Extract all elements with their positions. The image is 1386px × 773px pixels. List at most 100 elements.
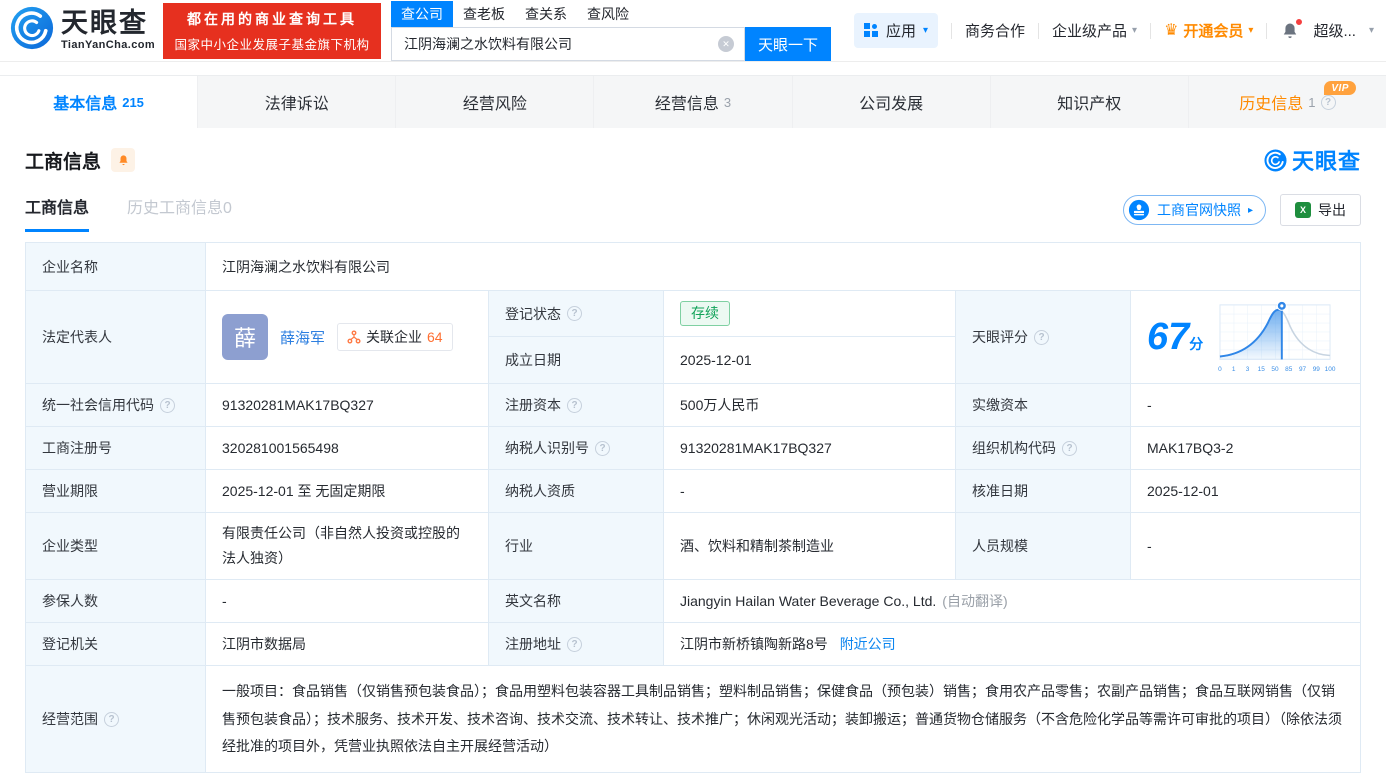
question-icon[interactable]: ? [567,398,582,413]
question-icon[interactable]: ? [595,441,610,456]
search-button[interactable]: 天眼一下 [745,27,831,61]
legal-rep-name-link[interactable]: 薛海军 [280,327,325,348]
tab-operation-info[interactable]: 经营信息 3 [593,76,791,128]
question-icon[interactable]: ? [160,398,175,413]
brand-domain: TianYanCha.com [61,40,155,51]
score-label: 天眼评分 ? [956,291,1131,384]
svg-text:50: 50 [1272,366,1280,373]
score-unit: 分 [1189,336,1203,352]
reg-authority-value: 江阴市数据局 [206,623,489,666]
divider [951,23,952,39]
tab-company-development[interactable]: 公司发展 [792,76,990,128]
question-icon[interactable]: ? [1034,330,1049,345]
apps-grid-icon [864,23,879,38]
company-name-value: 江阴海澜之水饮料有限公司 [206,243,1361,291]
arrow-right-icon: ▸ [1248,205,1253,216]
chevron-down-icon: ▾ [1248,25,1253,36]
tab-operation-risk[interactable]: 经营风险 [395,76,593,128]
search-tab-risk[interactable]: 查风险 [577,1,639,27]
taxpayer-quality-value: - [664,470,956,513]
nearby-companies-link[interactable]: 附近公司 [840,636,896,652]
insured-label: 参保人数 [26,580,206,623]
export-button[interactable]: X 导出 [1280,194,1361,226]
notification-dot [1295,18,1303,26]
table-row: 统一社会信用代码 ? 91320281MAK17BQ327 注册资本 ? 500… [26,384,1361,427]
business-info-table: 企业名称 江阴海澜之水饮料有限公司 法定代表人 薛 薛海军 关联企 [25,242,1361,773]
search-input[interactable] [392,36,744,52]
tab-count: 3 [724,95,731,110]
menu-super-vip[interactable]: 超级... [1313,20,1356,41]
score-distribution-chart: 0 1 3 15 50 85 97 99 100 [1211,299,1339,375]
company-type-value: 有限责任公司（非自然人投资或控股的法人独资） [206,513,489,580]
question-icon[interactable]: ? [104,712,119,727]
svg-text:99: 99 [1313,366,1321,373]
legal-rep-avatar[interactable]: 薛 [222,314,268,360]
divider [1150,23,1151,39]
score-marker-pin [1278,301,1287,310]
menu-enterprise[interactable]: 企业级产品 ▾ [1052,20,1137,41]
main-content: 工商信息 天眼查 工商信息 历史工商信息0 [0,144,1386,773]
menu-vip[interactable]: ♛ 开通会员 ▾ [1164,20,1253,41]
search-tab-boss[interactable]: 查老板 [453,1,515,27]
scope-value: 一般项目：食品销售（仅销售预包装食品）；食品用塑料包装容器工具制品销售；塑料制品… [206,666,1361,773]
monitor-bell-button[interactable] [111,148,135,172]
promo-line2: 国家中小企业发展子基金旗下机构 [175,34,370,53]
question-icon[interactable]: ? [567,306,582,321]
top-header: 天眼查 TianYanCha.com 都在用的商业查询工具 国家中小企业发展子基… [0,0,1386,62]
section-watermark: 天眼查 [1264,144,1361,176]
tab-intellectual-property[interactable]: 知识产权 [990,76,1188,128]
header-menu: 应用 ▾ 商务合作 企业级产品 ▾ ♛ 开通会员 ▾ 超级... ▾ [854,13,1374,48]
related-companies-badge[interactable]: 关联企业 64 [337,323,453,351]
svg-text:100: 100 [1325,366,1336,373]
industry-value: 酒、饮料和精制茶制造业 [664,513,956,580]
watermark-text: 天眼查 [1292,144,1361,176]
notification-bell[interactable] [1280,21,1300,41]
question-icon[interactable]: ? [1321,95,1336,110]
search-area: 查公司 查老板 查关系 查风险 ✕ 天眼一下 [391,0,831,61]
table-row: 工商注册号 320281001565498 纳税人识别号 ? 91320281M… [26,427,1361,470]
credit-code-value: 91320281MAK17BQ327 [206,384,489,427]
tab-label: 历史信息 [1239,90,1303,114]
status-badge: 存续 [680,301,730,327]
clear-icon[interactable]: ✕ [718,36,734,52]
chevron-down-icon: ▾ [923,25,928,36]
reg-capital-value: 500万人民币 [664,384,956,427]
vip-label: 开通会员 [1183,20,1243,41]
related-count: 64 [427,329,443,345]
scope-label: 经营范围 ? [26,666,206,773]
table-row: 经营范围 ? 一般项目：食品销售（仅销售预包装食品）；食品用塑料包装容器工具制品… [26,666,1361,773]
tianyancha-logo[interactable]: 天眼查 TianYanCha.com [10,6,155,55]
approve-date-value: 2025-12-01 [1131,470,1361,513]
legal-rep-label: 法定代表人 [26,291,206,384]
org-code-value: MAK17BQ3-2 [1131,427,1361,470]
menu-cooperation[interactable]: 商务合作 [965,20,1025,41]
svg-text:97: 97 [1299,366,1307,373]
search-tab-relation[interactable]: 查关系 [515,1,577,27]
reg-status-value: 存续 [664,291,956,337]
tab-history-info[interactable]: 历史信息 1 ? VIP [1188,76,1386,128]
subtab-business-info[interactable]: 工商信息 [25,194,89,232]
tab-label: 基本信息 [53,90,117,114]
tab-label: 知识产权 [1057,90,1121,114]
tab-count: 1 [1308,95,1315,110]
search-tab-company[interactable]: 查公司 [391,1,453,27]
search-box: ✕ [391,27,745,61]
stamp-icon [1128,199,1150,221]
taxpayer-no-label: 纳税人识别号 ? [489,427,664,470]
tab-basic-info[interactable]: 基本信息 215 [0,76,197,128]
svg-text:15: 15 [1258,366,1266,373]
tab-legal-litigation[interactable]: 法律诉讼 [197,76,395,128]
taxpayer-no-value: 91320281MAK17BQ327 [664,427,956,470]
question-icon[interactable]: ? [1062,441,1077,456]
reg-status-label: 登记状态 ? [489,291,664,337]
excel-icon: X [1295,202,1311,218]
subtab-history-business-info[interactable]: 历史工商信息0 [127,194,232,232]
reg-authority-label: 登记机关 [26,623,206,666]
paid-capital-label: 实缴资本 [956,384,1131,427]
apps-menu[interactable]: 应用 ▾ [854,13,938,48]
chevron-down-icon: ▾ [1132,25,1137,36]
official-snapshot-button[interactable]: 工商官网快照 ▸ [1123,195,1266,225]
question-icon[interactable]: ? [567,637,582,652]
staff-size-label: 人员规模 [956,513,1131,580]
tab-label: 经营信息 [655,90,719,114]
